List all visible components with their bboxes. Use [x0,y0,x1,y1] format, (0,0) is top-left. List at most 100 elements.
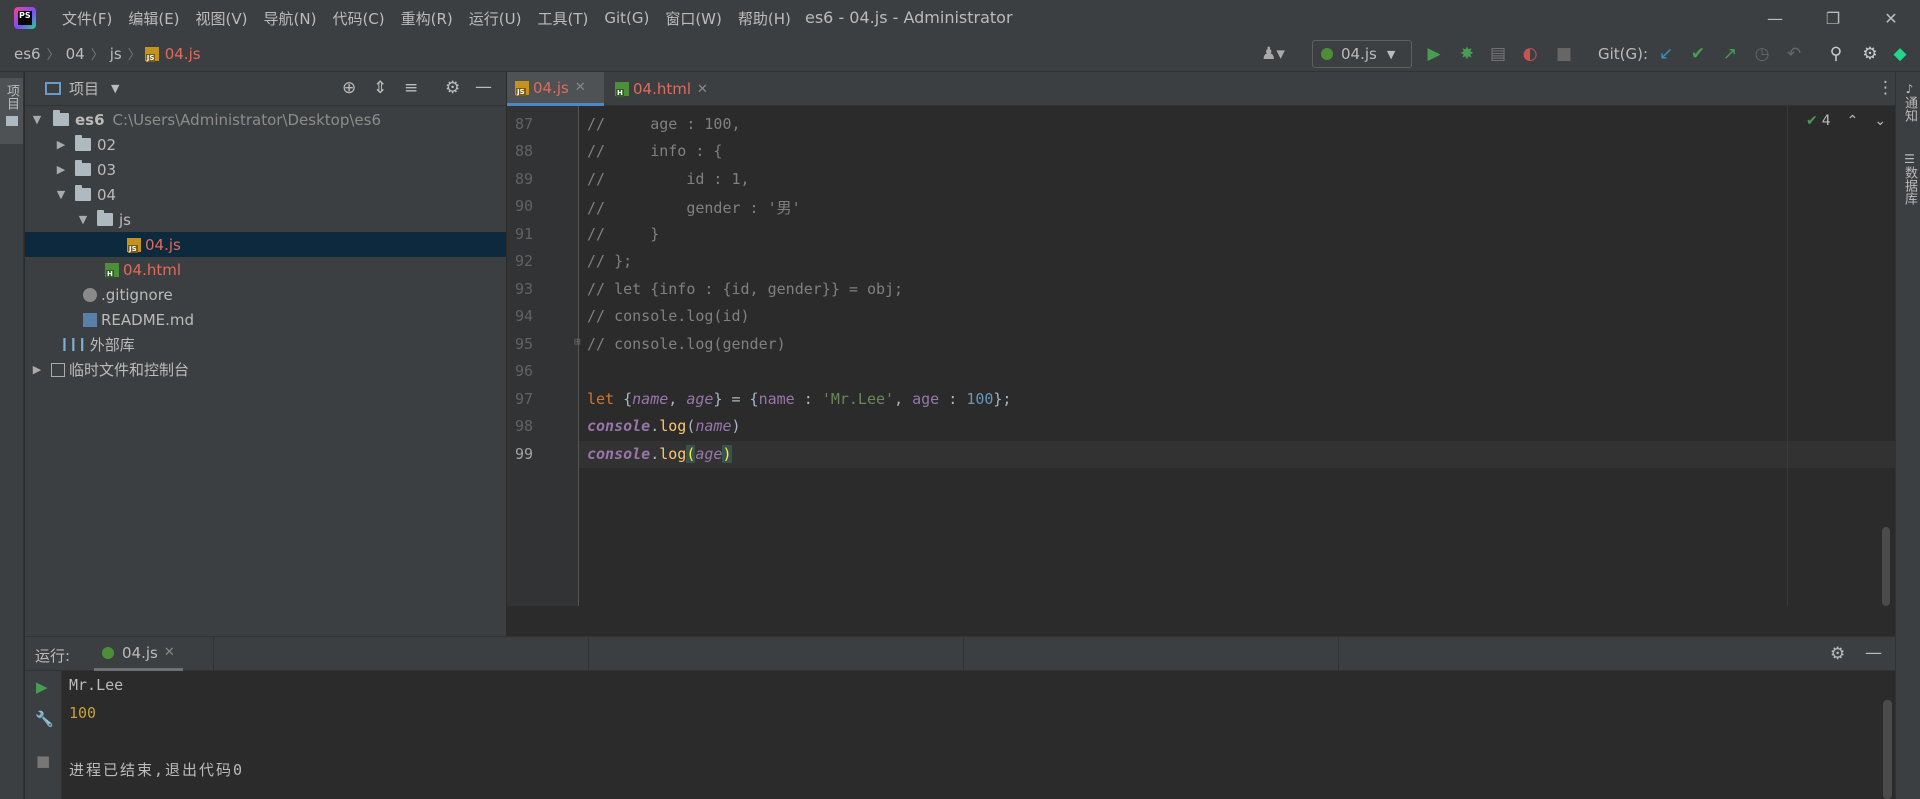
breadcrumb-file[interactable]: 04.js [163,45,203,63]
wrench-icon[interactable]: 🔧 [35,710,54,728]
tree-item-gitignore[interactable]: .gitignore [25,282,506,307]
git-history-icon[interactable]: ◷ [1752,44,1772,64]
close-window-icon[interactable]: ✕ [1864,0,1918,36]
project-window-icon [45,82,61,95]
chevron-down-icon[interactable]: ▼ [29,113,45,126]
git-rollback-icon[interactable]: ↶ [1784,44,1804,64]
more-tabs-icon[interactable]: ⋮ [1877,78,1894,98]
options-gear-icon[interactable]: ⚙ [445,78,460,98]
project-panel: 项目 ▼ ⊕ ⇕ ≡ ⚙ — ▼ es6 C:\Users\Administra… [25,72,506,636]
library-icon: ❙❙❙ [59,337,88,352]
menu-window[interactable]: 窗口(W) [657,8,730,29]
tree-item-02[interactable]: ▶ 02 [25,132,506,157]
breadcrumb-separator-icon: 〉 [90,48,104,63]
code-line: // age : 100, [587,115,741,133]
chevron-down-icon[interactable]: ▼ [111,82,119,95]
menu-file[interactable]: 文件(F) [54,8,120,29]
divider [213,636,214,671]
chevron-right-icon[interactable]: ▶ [53,163,69,176]
menu-tools[interactable]: 工具(T) [529,8,596,29]
close-tab-icon[interactable]: ✕ [164,645,175,660]
tree-item-es6[interactable]: ▼ es6 C:\Users\Administrator\Desktop\es6 [25,107,506,132]
run-settings-gear-icon[interactable]: ⚙ [1830,644,1845,664]
tree-item-04[interactable]: ▼ 04 [25,182,506,207]
close-tab-icon[interactable]: ✕ [575,80,586,95]
database-tool-button[interactable]: ☰ 数据库 [1900,152,1919,205]
tree-item-external-libraries[interactable]: ❙❙❙ 外部库 [25,332,506,357]
menu-git[interactable]: Git(G) [596,9,657,27]
markdown-file-icon [83,312,97,327]
restore-icon[interactable]: ❐ [1806,0,1860,36]
menu-refactor[interactable]: 重构(R) [393,8,461,29]
hide-run-panel-icon[interactable]: — [1865,643,1882,663]
hide-panel-icon[interactable]: — [475,77,492,97]
debug-icon[interactable]: ✸ [1457,44,1477,64]
breadcrumb-es6[interactable]: es6 [12,45,43,63]
project-view-title[interactable]: 项目 [69,78,99,99]
coverage-icon[interactable]: ▤ [1488,44,1508,64]
menu-run[interactable]: 运行(U) [461,8,530,29]
chevron-down-icon[interactable]: ▼ [53,188,69,201]
tab-04-js[interactable]: 04.js ✕ [507,72,604,106]
breadcrumb-04[interactable]: 04 [64,45,87,63]
menu-view[interactable]: 视图(V) [188,8,256,29]
search-icon[interactable]: ⚲ [1826,44,1846,64]
notifications-tool-button[interactable]: ♪ 通知 [1900,82,1919,122]
run-output[interactable] [25,671,1895,799]
title-bar: PS 文件(F) 编辑(E) 视图(V) 导航(N) 代码(C) 重构(R) 运… [0,0,1920,36]
tab-04-html[interactable]: 04.html ✕ [607,72,716,106]
run-scrollbar[interactable] [1883,700,1892,799]
toolbox-icon[interactable]: ◆ [1890,44,1910,64]
stop-icon[interactable]: ■ [36,752,50,770]
run-config-selector[interactable]: 04.js ▼ [1312,40,1412,68]
profile-icon[interactable]: ◐ [1520,44,1540,64]
js-file-icon [127,237,141,253]
run-toolbar: ▶ 🔧 ■ [25,671,62,799]
stop-icon[interactable]: ■ [1554,44,1574,64]
window-title: es6 - 04.js - Administrator [805,8,1013,27]
fold-icon[interactable]: ⊞ [574,335,581,348]
output-line: Mr.Lee [69,676,124,694]
chevron-down-icon[interactable]: ⌄ [1874,113,1886,129]
menu-code[interactable]: 代码(C) [324,8,392,29]
project-panel-header: 项目 ▼ ⊕ ⇕ ≡ ⚙ — [25,72,506,106]
tree-item-scratches[interactable]: ▶ 临时文件和控制台 [25,357,506,382]
tree-item-03[interactable]: ▶ 03 [25,157,506,182]
code-line: // info : { [587,142,723,160]
inspection-widget[interactable]: ✔ 4 ⌃ ⌄ [1806,113,1886,129]
folder-icon [75,160,91,176]
expand-all-icon[interactable]: ⇕ [373,78,387,98]
settings-icon[interactable]: ⚙ [1860,44,1880,64]
git-update-icon[interactable]: ↙ [1656,44,1676,64]
git-push-icon[interactable]: ↗ [1720,44,1740,64]
run-icon[interactable]: ▶ [1424,44,1444,64]
tree-item-readme[interactable]: README.md [25,307,506,332]
breadcrumb-js[interactable]: js [108,45,124,63]
collapse-all-icon[interactable]: ≡ [404,78,418,98]
editor-scrollbar[interactable] [1882,527,1890,606]
project-tool-button[interactable]: 项目 [0,78,23,144]
minimize-icon[interactable]: — [1748,0,1802,36]
code-lines: // age : 100, // info : { // id : 1, // … [507,106,1887,606]
run-tab-04-js[interactable]: 04.js ✕ [94,637,183,671]
menu-help[interactable]: 帮助(H) [730,8,799,29]
tree-item-js[interactable]: ▼ js [25,207,506,232]
tree-item-04-html[interactable]: 04.html [25,257,506,282]
close-tab-icon[interactable]: ✕ [697,82,708,97]
divider [1338,636,1339,671]
chevron-right-icon[interactable]: ▶ [53,138,69,151]
code-line: let {name, age} = {name : 'Mr.Lee', age … [587,390,1012,408]
tree-item-04-js[interactable]: 04.js [25,232,506,257]
locate-icon[interactable]: ⊕ [342,78,356,98]
menu-edit[interactable]: 编辑(E) [120,8,187,29]
code-line: console.log(age) [587,445,732,463]
rerun-icon[interactable]: ▶ [36,678,48,696]
chevron-right-icon[interactable]: ▶ [29,363,45,376]
js-file-icon [144,46,159,62]
chevron-down-icon[interactable]: ▼ [75,213,91,226]
menu-navigate[interactable]: 导航(N) [256,8,325,29]
git-commit-icon[interactable]: ✔ [1688,44,1708,64]
code-line: console.log(name) [587,417,741,435]
chevron-up-icon[interactable]: ⌃ [1847,113,1859,129]
user-icon[interactable]: ♟▾ [1256,44,1290,64]
